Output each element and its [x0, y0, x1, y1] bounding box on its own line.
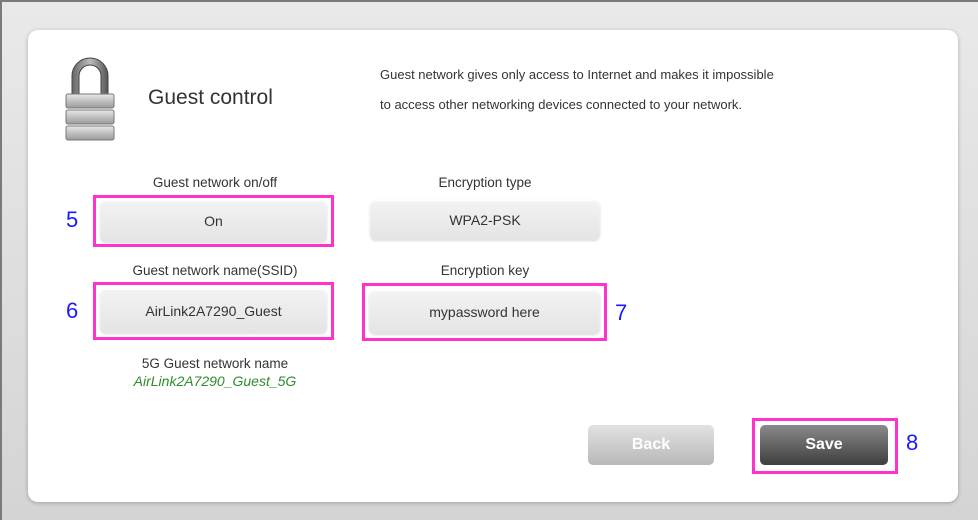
marker-5: 5 — [66, 207, 79, 232]
description-line-1: Guest network gives only access to Inter… — [380, 67, 774, 82]
guest-network-label: Guest network on/off — [152, 175, 278, 190]
encryption-type-select[interactable]: WPA2-PSK — [370, 200, 600, 240]
marker-6: 6 — [66, 298, 79, 323]
marker-8: 8 — [906, 430, 919, 455]
encryption-key-input[interactable]: mypassword here — [369, 290, 600, 334]
description: Guest network gives only access to Inter… — [380, 60, 900, 120]
page-title: Guest control — [148, 86, 273, 109]
marker-7: 7 — [615, 300, 628, 325]
guest-network-toggle[interactable]: On — [100, 200, 327, 242]
description-line-2: to access other networking devices conne… — [380, 97, 743, 112]
save-button[interactable]: Save — [760, 425, 888, 465]
encryption-type-label: Encryption type — [438, 175, 532, 190]
ssid-input[interactable]: AirLink2A7290_Guest — [100, 289, 327, 333]
ssid-5g-value: AirLink2A7290_Guest_5G — [133, 373, 297, 389]
ssid-label: Guest network name(SSID) — [132, 263, 298, 278]
encryption-key-label: Encryption key — [440, 263, 530, 278]
padlock-icon — [65, 57, 115, 141]
ssid-5g-label: 5G Guest network name — [141, 356, 289, 371]
back-button[interactable]: Back — [588, 425, 714, 465]
